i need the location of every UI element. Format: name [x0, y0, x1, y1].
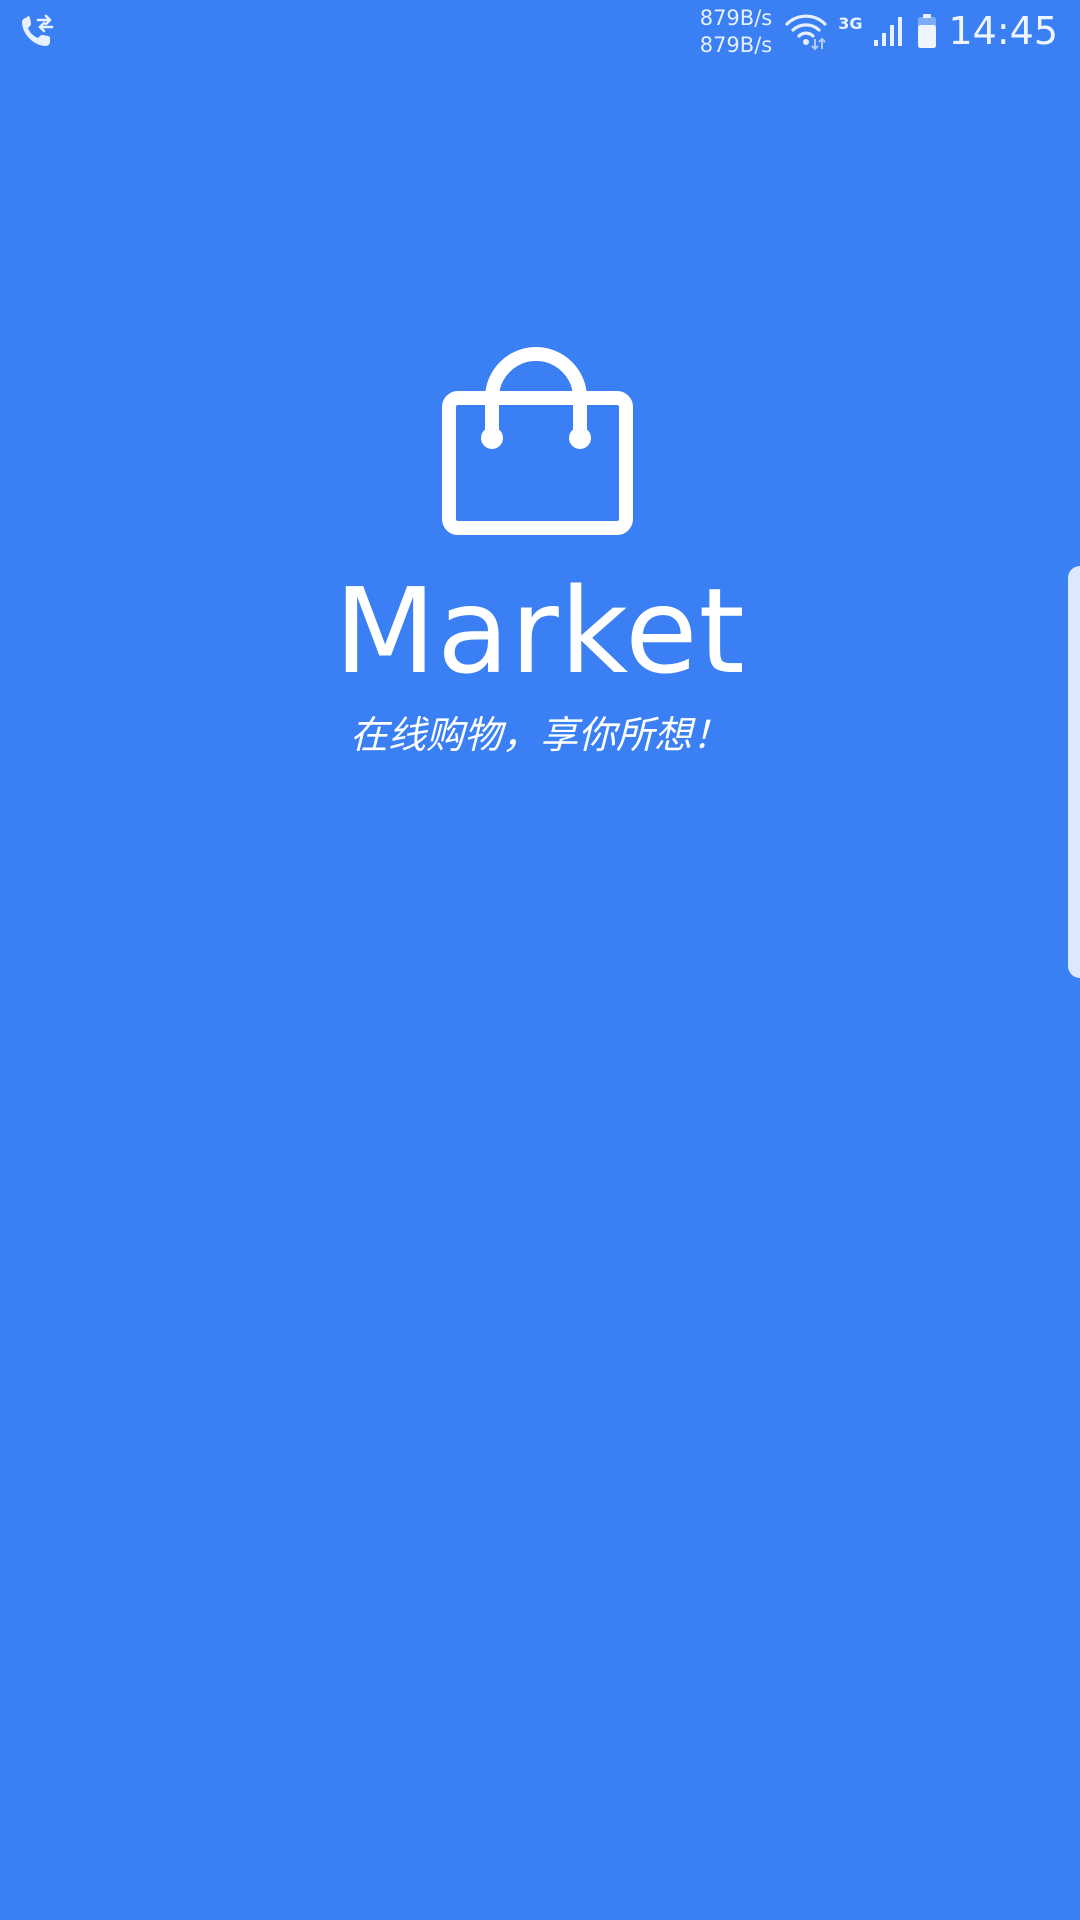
- network-speed: 879B/s 879B/s: [700, 5, 773, 59]
- status-bar: 879B/s 879B/s 3G 14:45: [0, 0, 1080, 62]
- net-speed-up: 879B/s: [699, 6, 773, 30]
- wifi-icon: [784, 11, 828, 51]
- status-indicators: 879B/s 879B/s 3G 14:45: [700, 0, 1058, 62]
- edge-panel-handle[interactable]: [1068, 566, 1080, 978]
- signal-icon: [872, 14, 906, 48]
- status-time: 14:45: [948, 9, 1058, 53]
- call-forward-icon: [18, 12, 56, 50]
- app-title: Market: [334, 562, 746, 700]
- battery-icon: [916, 13, 938, 49]
- shopping-bag-icon: [440, 346, 640, 538]
- net-speed-down: 879B/s: [699, 33, 773, 57]
- network-type-label: 3G: [838, 13, 863, 33]
- app-slogan: 在线购物，享你所想！: [349, 713, 730, 757]
